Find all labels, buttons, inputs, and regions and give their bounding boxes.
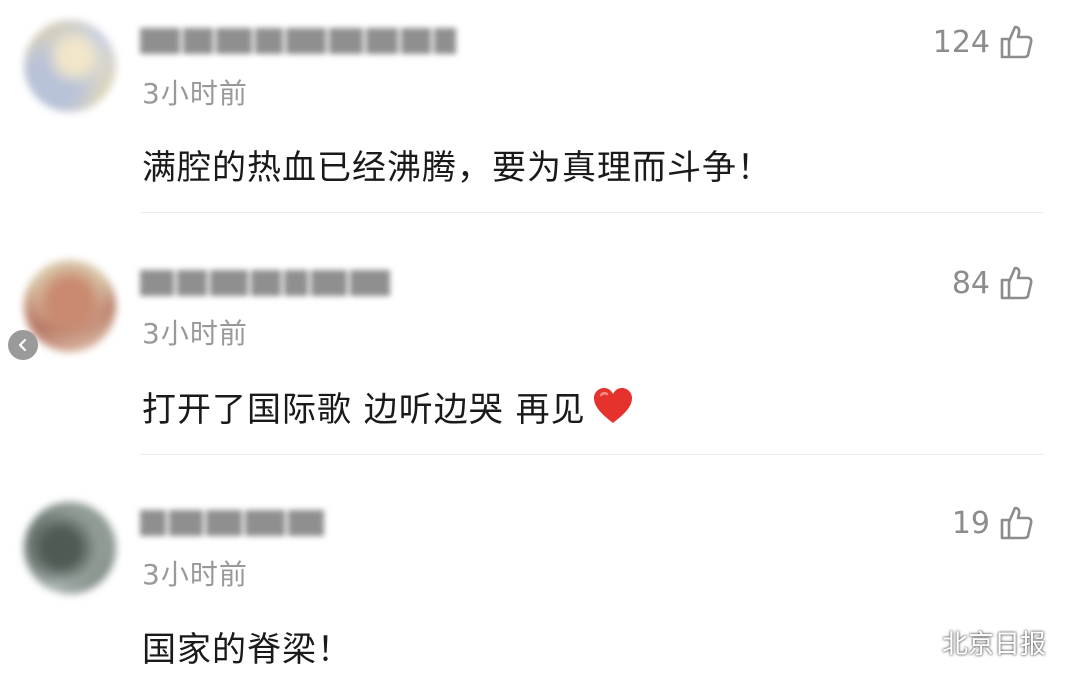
like-count: 84 bbox=[951, 265, 990, 301]
back-button[interactable] bbox=[8, 330, 38, 360]
avatar[interactable] bbox=[24, 20, 116, 112]
red-heart-icon bbox=[593, 388, 632, 423]
comment-time: 3小时前 bbox=[142, 77, 248, 110]
like-button[interactable]: 84 bbox=[952, 263, 1034, 303]
username-blurred[interactable] bbox=[140, 510, 324, 536]
comment-text: 国家的脊梁！ bbox=[142, 630, 352, 670]
like-button[interactable]: 19 bbox=[952, 503, 1034, 543]
like-count: 19 bbox=[951, 505, 990, 541]
avatar[interactable] bbox=[24, 502, 116, 594]
comment-text: 满腔的热血已经沸腾，要为真理而斗争！ bbox=[142, 148, 772, 188]
chevron-left-icon bbox=[18, 338, 27, 352]
like-button[interactable]: 124 bbox=[933, 22, 1034, 62]
thumbs-up-icon bbox=[1000, 506, 1033, 540]
thumbs-up-icon bbox=[1000, 25, 1033, 59]
comment-time: 3小时前 bbox=[142, 317, 248, 350]
comment-text: 打开了国际歌 边听边哭 再见 bbox=[142, 382, 634, 431]
like-count: 124 bbox=[932, 24, 990, 60]
username-blurred[interactable] bbox=[140, 270, 390, 296]
comment-text-content: 打开了国际歌 边听边哭 再见 bbox=[142, 390, 586, 430]
divider bbox=[140, 212, 1044, 213]
watermark-text: 北京日报 bbox=[941, 630, 1046, 660]
watermark: 北京日报 bbox=[896, 624, 1046, 661]
thumbs-up-icon bbox=[1000, 266, 1033, 300]
username-blurred[interactable] bbox=[140, 28, 456, 54]
avatar[interactable] bbox=[24, 260, 116, 352]
comment-time: 3小时前 bbox=[142, 558, 248, 591]
wechat-icon bbox=[896, 627, 935, 657]
divider bbox=[140, 454, 1044, 455]
